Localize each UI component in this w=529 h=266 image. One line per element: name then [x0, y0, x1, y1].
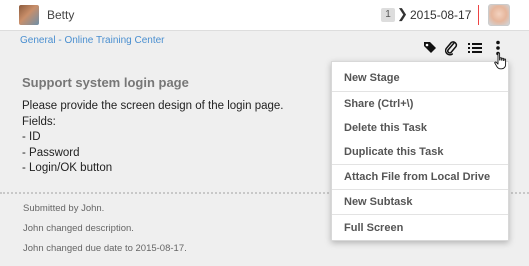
assignee-avatar[interactable] — [488, 4, 510, 26]
menu-item-full-screen[interactable]: Full Screen — [332, 216, 508, 240]
menu-item-share[interactable]: Share (Ctrl+\) — [332, 92, 508, 116]
top-bar: Betty 1 ❯ 2015-08-17 — [0, 0, 529, 30]
due-date[interactable]: 2015-08-17 — [410, 8, 471, 22]
menu-item-new-stage[interactable]: New Stage — [332, 66, 508, 90]
stage-number-badge[interactable]: 1 — [381, 8, 395, 22]
activity-item: Submitted by John. — [23, 203, 105, 214]
activity-item: John changed description. — [23, 223, 134, 234]
task-actions-menu: New Stage Share (Ctrl+\) Delete this Tas… — [331, 61, 509, 241]
hand-cursor-icon — [494, 52, 508, 70]
menu-item-new-subtask[interactable]: New Subtask — [332, 190, 508, 214]
menu-item-duplicate-task[interactable]: Duplicate this Task — [332, 140, 508, 164]
header-divider — [478, 5, 479, 25]
menu-item-attach-file[interactable]: Attach File from Local Drive — [332, 165, 508, 189]
chevron-right-icon: ❯ — [397, 6, 408, 21]
breadcrumb-link[interactable]: General - Online Training Center — [20, 35, 165, 46]
user-name[interactable]: Betty — [47, 8, 74, 22]
list-icon[interactable] — [467, 39, 483, 57]
tag-icon[interactable] — [422, 39, 438, 57]
task-description[interactable]: Please provide the screen design of the … — [22, 99, 284, 177]
activity-item: John changed due date to 2015-08-17. — [23, 243, 187, 254]
user-avatar[interactable] — [19, 5, 39, 25]
menu-item-delete-task[interactable]: Delete this Task — [332, 116, 508, 140]
paperclip-icon[interactable] — [443, 39, 459, 57]
menu-separator — [332, 214, 508, 215]
task-title[interactable]: Support system login page — [22, 75, 189, 90]
